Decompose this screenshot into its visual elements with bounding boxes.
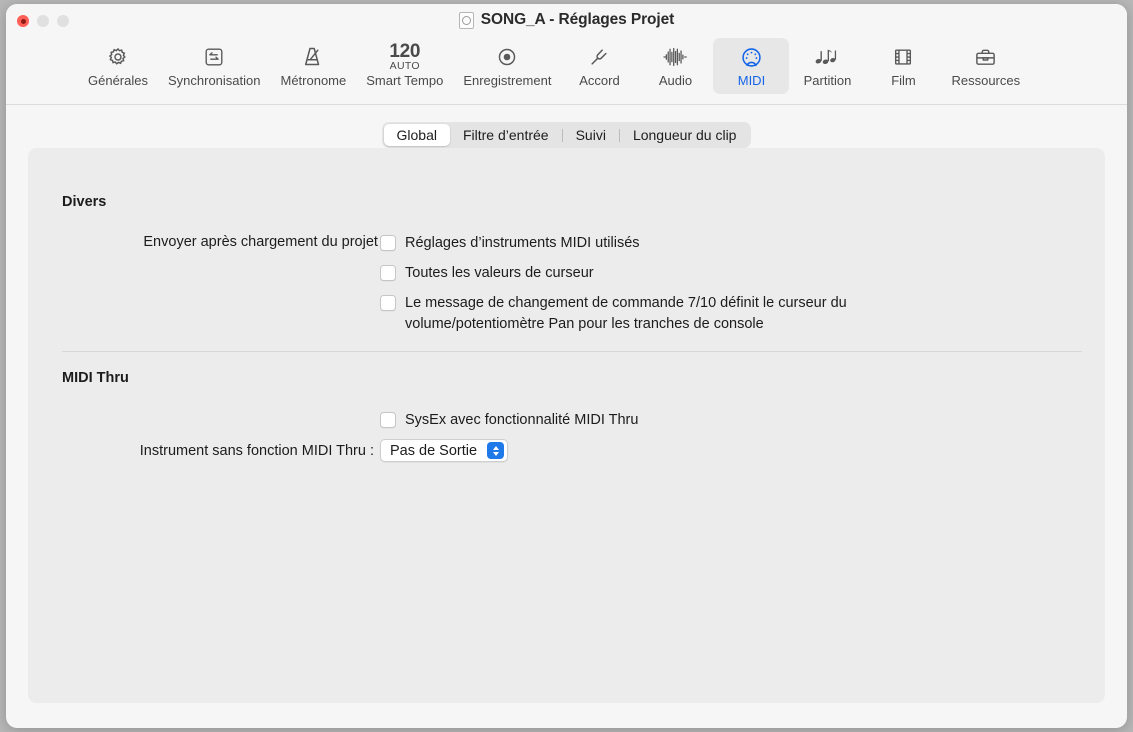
toolbar-item-smart-tempo[interactable]: 120 AUTO Smart Tempo [356,38,453,94]
toolbar-item-audio[interactable]: Audio [637,38,713,94]
document-icon [458,11,474,29]
option-row-midi-instrument-settings[interactable]: Réglages d’instruments MIDI utilisés [380,233,640,254]
window-title: SONG_A - Réglages Projet [480,11,675,28]
option-label: Toutes les valeurs de curseur [405,265,594,281]
tab-suivi[interactable]: Suivi [563,124,619,146]
toolbar-label: Accord [579,73,620,88]
checkbox-sysex-midi-thru[interactable] [380,412,396,428]
tab-longueur-du-clip[interactable]: Longueur du clip [620,124,750,146]
midi-subtabs: Global Filtre d’entrée Suivi Longueur du… [381,122,752,148]
tempo-mode: AUTO [389,59,420,72]
checkbox-all-fader-values[interactable] [380,265,396,281]
briefcase-icon [974,42,997,72]
tab-filtre-entree[interactable]: Filtre d’entrée [450,124,562,146]
toolbar-label: Générales [88,73,148,88]
instrument-without-midi-thru-label: Instrument sans fonction MIDI Thru : [139,443,374,459]
tuning-fork-icon [588,42,610,72]
toolbar-label: Ressources [951,73,1021,88]
film-strip-icon [892,42,914,72]
toolbar-label: Enregistrement [463,73,552,88]
instrument-midi-thru-popup[interactable]: Pas de Sortie [380,439,509,462]
toolbar-label: Film [891,73,916,88]
music-notes-icon [814,42,840,72]
project-settings-window: SONG_A - Réglages Projet Générales Synch… [6,4,1127,728]
option-row-control-change-7-10[interactable]: Le message de changement de commande 7/1… [380,293,975,334]
tempo-value: 120 [389,40,421,62]
title-container: SONG_A - Réglages Projet [6,11,1127,29]
metronome-icon [301,42,325,72]
toolbar-item-metronome[interactable]: Métronome [270,38,356,94]
gear-icon [107,42,129,72]
toolbar-label: Métronome [280,73,347,88]
section-heading-midi-thru: MIDI Thru [62,370,129,386]
record-icon [496,42,518,72]
toolbar-item-film[interactable]: Film [865,38,941,94]
sync-icon [203,42,225,72]
toolbar-label: Audio [658,73,693,88]
toolbar-label: Partition [803,73,852,88]
send-after-load-label: Envoyer après chargement du projet : [143,234,386,250]
toolbar-item-partition[interactable]: Partition [789,38,865,94]
toolbar-label: Smart Tempo [366,73,444,88]
toolbar-label: Synchronisation [167,73,261,88]
popup-value: Pas de Sortie [390,442,478,459]
checkbox-control-change-7-10[interactable] [380,295,396,311]
option-label: SysEx avec fonctionnalité MIDI Thru [405,412,639,428]
option-row-sysex-midi-thru[interactable]: SysEx avec fonctionnalité MIDI Thru [380,410,638,431]
option-label: Le message de changement de commande 7/1… [405,295,847,332]
tempo-icon: 120 AUTO [389,42,420,72]
section-heading-divers: Divers [62,194,107,210]
toolbar-item-midi[interactable]: MIDI [713,38,790,94]
option-row-all-fader-values[interactable]: Toutes les valeurs de curseur [380,263,594,284]
option-label: Réglages d’instruments MIDI utilisés [405,235,640,251]
toolbar-item-synchronisation[interactable]: Synchronisation [158,38,271,94]
midi-din-icon [740,42,763,72]
settings-toolbar: Générales Synchronisation Métronome 120 … [6,38,1127,105]
tab-global[interactable]: Global [383,124,450,146]
settings-panel: Divers Envoyer après chargement du proje… [28,148,1105,703]
checkbox-midi-instrument-settings[interactable] [380,235,396,251]
chevron-updown-icon [487,442,505,459]
midi-subtabs-row: Global Filtre d’entrée Suivi Longueur du… [6,122,1127,148]
waveform-icon [662,42,688,72]
toolbar-item-enregistrement[interactable]: Enregistrement [453,38,561,94]
toolbar-item-accord[interactable]: Accord [561,38,637,94]
toolbar-item-generales[interactable]: Générales [78,38,158,94]
title-bar: SONG_A - Réglages Projet [6,4,1127,38]
toolbar-item-ressources[interactable]: Ressources [941,38,1030,94]
toolbar-label: MIDI [737,73,766,88]
section-divider [62,351,1082,352]
